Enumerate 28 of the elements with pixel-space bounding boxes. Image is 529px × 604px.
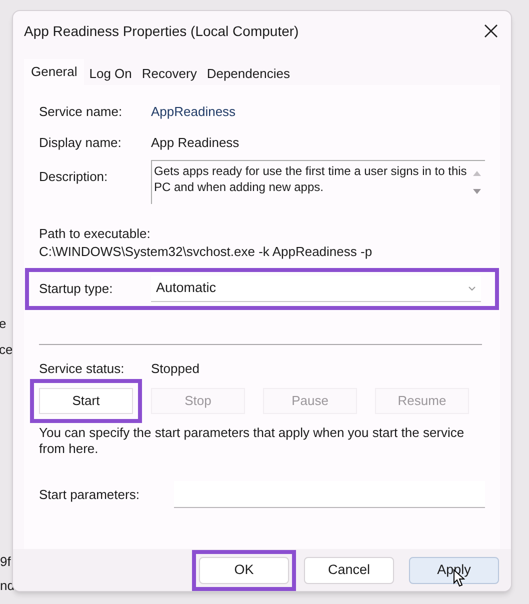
start-parameters-field[interactable] [174,481,485,508]
field-value: AppReadiness [151,103,236,122]
scroll-up-icon[interactable] [473,171,481,176]
path-value: C:\WINDOWS\System32\svchost.exe -k AppReadiness -p [39,243,374,260]
chevron-down-icon [468,286,476,291]
description-box[interactable]: Gets apps ready for use the first time a user signs in to this PC and when adding new apps. [151,160,485,204]
window-title: App Readiness Properties (Local Computer) [24,22,299,41]
description-text: Gets apps ready for use the first time a user signs in to this PC and when adding new apps. [153,163,468,196]
field-label: Start parameters: [39,486,140,504]
startup-type-dropdown[interactable]: Automatic [151,276,481,302]
field-label: Description: [39,168,109,186]
background-text: 9f [0,553,12,571]
field-label: Service status: [39,360,126,378]
tab[interactable]: Dependencies [202,63,295,85]
field-value: App Readiness [151,134,240,152]
field-label: Startup type: [39,280,114,298]
tab[interactable]: Log On [84,63,137,85]
tab[interactable]: Recovery [136,63,202,85]
field-label: Display name: [39,134,122,152]
service-button[interactable]: Start [39,388,133,414]
field-label: Service name: [39,103,124,122]
tab[interactable]: General [24,59,84,85]
field-label: Path to executable: [39,225,152,242]
dialog-button[interactable]: OK [199,556,289,584]
scroll-down-icon[interactable] [473,188,481,194]
field-value: Stopped [151,360,200,378]
dialog-button[interactable]: Cancel [304,556,394,584]
hint-text: You can specify the start parameters that apply when you start the service from here. [39,425,466,457]
